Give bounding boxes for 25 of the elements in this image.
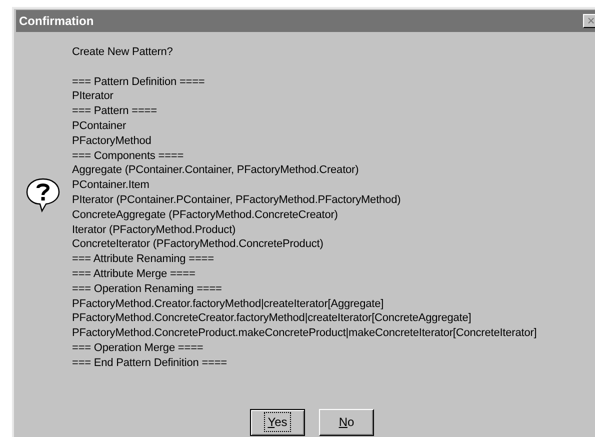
message-line: === End Pattern Definition ==== (72, 356, 227, 371)
message-line: PIterator (72, 89, 114, 104)
message-line: === Attribute Merge ==== (72, 266, 196, 282)
message-line: === Attribute Renaming ==== (72, 252, 214, 267)
message-line: PFactoryMethod (72, 134, 152, 149)
message-line: PFactoryMethod.Creator.factoryMethod|createIterator[Aggregate] (72, 296, 384, 312)
message-line: ConcreteIterator (PFactoryMethod.ConcreteProduct) (72, 237, 324, 252)
dialog-button[interactable]: No (319, 408, 374, 436)
message-line: PIterator (PContainer.PContainer, PFactoryMethod.PFactoryMethod) (72, 192, 401, 208)
message-line: === Pattern Definition ==== (72, 74, 205, 90)
message-line: === Pattern ==== (72, 104, 157, 119)
message-line: PFactoryMethod.ConcreteProduct.makeConcreteProduct|makeConcreteIterator[ConcreteIterator] (72, 326, 537, 341)
message-line: === Components ==== (72, 148, 184, 164)
question-text: Create New Pattern? (72, 45, 174, 60)
dialog-button[interactable]: Yes (250, 408, 305, 436)
message-line: === Operation Renaming ==== (72, 282, 222, 297)
message-line: PContainer.Item (72, 178, 150, 193)
message-line: Aggregate (PContainer.Container, PFactoryMethod.Creator) (72, 163, 359, 178)
message-line: Iterator (PFactoryMethod.Product) (72, 222, 236, 238)
window-title: Confirmation (19, 13, 94, 30)
message-line: PFactoryMethod.ConcreteCreator.factoryMethod|createIterator[ConcreteAggregate] (72, 311, 472, 326)
message-line: PContainer (72, 118, 126, 134)
question-icon (25, 177, 61, 214)
message-line: === Operation Merge ==== (72, 340, 204, 356)
message-line: ConcreteAggregate (PFactoryMethod.ConcreteCreator) (72, 208, 338, 223)
